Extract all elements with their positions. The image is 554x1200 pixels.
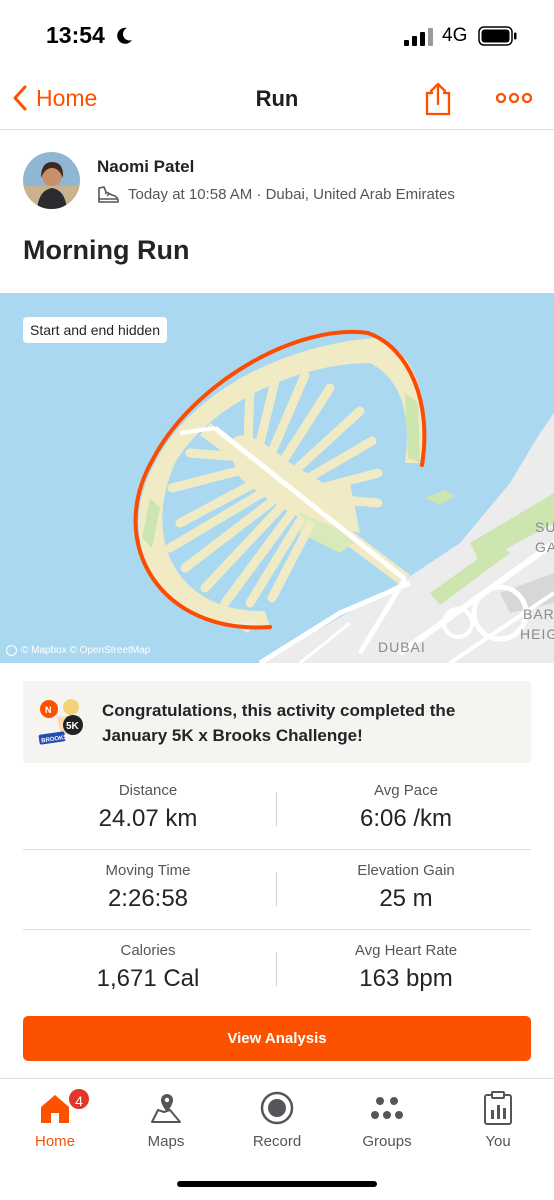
- avatar[interactable]: [23, 152, 80, 209]
- notification-badge: 4: [67, 1087, 91, 1111]
- status-time: 13:54: [46, 22, 105, 48]
- more-options-icon[interactable]: [496, 92, 532, 104]
- challenge-banner[interactable]: N 5K BROOKS Congratulations, this activi…: [23, 681, 531, 763]
- stat-row: Calories 1,671 Cal Avg Heart Rate 163 bp…: [23, 930, 531, 1010]
- network-type: 4G: [442, 25, 468, 46]
- stat-row: Distance 24.07 km Avg Pace 6:06 /km: [23, 770, 531, 850]
- tab-record[interactable]: Record: [227, 1089, 327, 1150]
- challenge-badge-icon: N 5K BROOKS: [38, 699, 83, 745]
- maps-icon: [151, 1094, 181, 1123]
- stat-calories: Calories 1,671 Cal: [23, 942, 273, 993]
- activity-meta: Today at 10:58 AM · Dubai, United Arab E…: [96, 184, 455, 204]
- moon-icon: [117, 27, 132, 44]
- athlete-name[interactable]: Naomi Patel: [97, 157, 194, 177]
- stat-label: Elevation Gain: [357, 862, 455, 879]
- stat-value: 6:06 /km: [359, 805, 453, 832]
- map-label-bar: BAR: [523, 606, 554, 622]
- map-attribution[interactable]: © Mapbox © OpenStreetMap: [6, 645, 150, 656]
- stats-grid: Distance 24.07 km Avg Pace 6:06 /km Movi…: [23, 770, 531, 1010]
- home-indicator[interactable]: [177, 1181, 377, 1187]
- stat-value: 24.07 km: [98, 805, 198, 832]
- stat-moving-time: Moving Time 2:26:58: [23, 862, 273, 913]
- stat-label: Distance: [118, 782, 178, 799]
- activity-meta-text: Today at 10:58 AM · Dubai, United Arab E…: [128, 185, 455, 203]
- you-icon: [484, 1091, 512, 1125]
- back-button[interactable]: Home: [12, 84, 97, 112]
- activity-title: Morning Run: [23, 235, 190, 265]
- tab-you[interactable]: You: [448, 1089, 548, 1150]
- view-analysis-button[interactable]: View Analysis: [23, 1016, 531, 1061]
- stat-elevation-gain: Elevation Gain 25 m: [281, 862, 531, 913]
- stat-label: Moving Time: [105, 862, 191, 879]
- stat-label: Avg Pace: [374, 782, 438, 799]
- stat-value: 1,671 Cal: [96, 965, 200, 992]
- groups-icon: [371, 1097, 403, 1119]
- map-canvas: [0, 293, 554, 663]
- mapbox-logo-icon: [6, 645, 17, 656]
- tab-home[interactable]: 4 Home: [5, 1087, 105, 1150]
- stat-divider: [276, 792, 277, 826]
- signal-icon: [404, 28, 433, 46]
- share-icon[interactable]: [424, 82, 452, 116]
- stat-label: Calories: [120, 942, 176, 959]
- stat-value: 25 m: [379, 885, 433, 912]
- map-privacy-badge: Start and end hidden: [23, 317, 167, 343]
- stat-distance: Distance 24.07 km: [23, 782, 273, 833]
- stat-avg-pace: Avg Pace 6:06 /km: [281, 782, 531, 833]
- map-label-su: SU: [535, 519, 554, 535]
- challenge-text: Congratulations, this activity completed…: [102, 701, 456, 745]
- svg-text:5K: 5K: [66, 721, 80, 732]
- tab-groups[interactable]: Groups: [337, 1089, 437, 1150]
- stat-row: Moving Time 2:26:58 Elevation Gain 25 m: [23, 850, 531, 930]
- map-label-heig: HEIG: [520, 626, 554, 642]
- map-label-ga: GA: [535, 539, 554, 555]
- map-label-dubai: DUBAI: [378, 639, 426, 655]
- battery-icon: [478, 26, 517, 46]
- shoe-icon: [98, 186, 119, 203]
- nav-bar: Home Run: [0, 70, 554, 130]
- stat-value: 163 bpm: [359, 965, 453, 992]
- tab-maps[interactable]: Maps: [116, 1089, 216, 1150]
- tab-label: Home: [34, 1133, 75, 1150]
- tab-label: Record: [252, 1133, 302, 1150]
- tab-label: Groups: [362, 1133, 412, 1150]
- back-label: Home: [36, 84, 98, 111]
- map-credit-text: © Mapbox © OpenStreetMap: [21, 645, 151, 656]
- stat-divider: [276, 952, 277, 986]
- stat-avg-heart-rate: Avg Heart Rate 163 bpm: [281, 942, 531, 993]
- status-bar: 13:54 4G: [0, 0, 554, 70]
- stat-value: 2:26:58: [107, 885, 189, 912]
- chevron-left-icon: [13, 85, 27, 111]
- route-map[interactable]: Start and end hidden © Mapbox © OpenStre…: [0, 293, 554, 663]
- stat-divider: [276, 872, 277, 906]
- tab-label: Maps: [147, 1133, 185, 1150]
- record-icon: [260, 1091, 294, 1125]
- tab-label: You: [485, 1133, 511, 1150]
- stat-label: Avg Heart Rate: [354, 942, 458, 959]
- svg-text:N: N: [45, 705, 52, 715]
